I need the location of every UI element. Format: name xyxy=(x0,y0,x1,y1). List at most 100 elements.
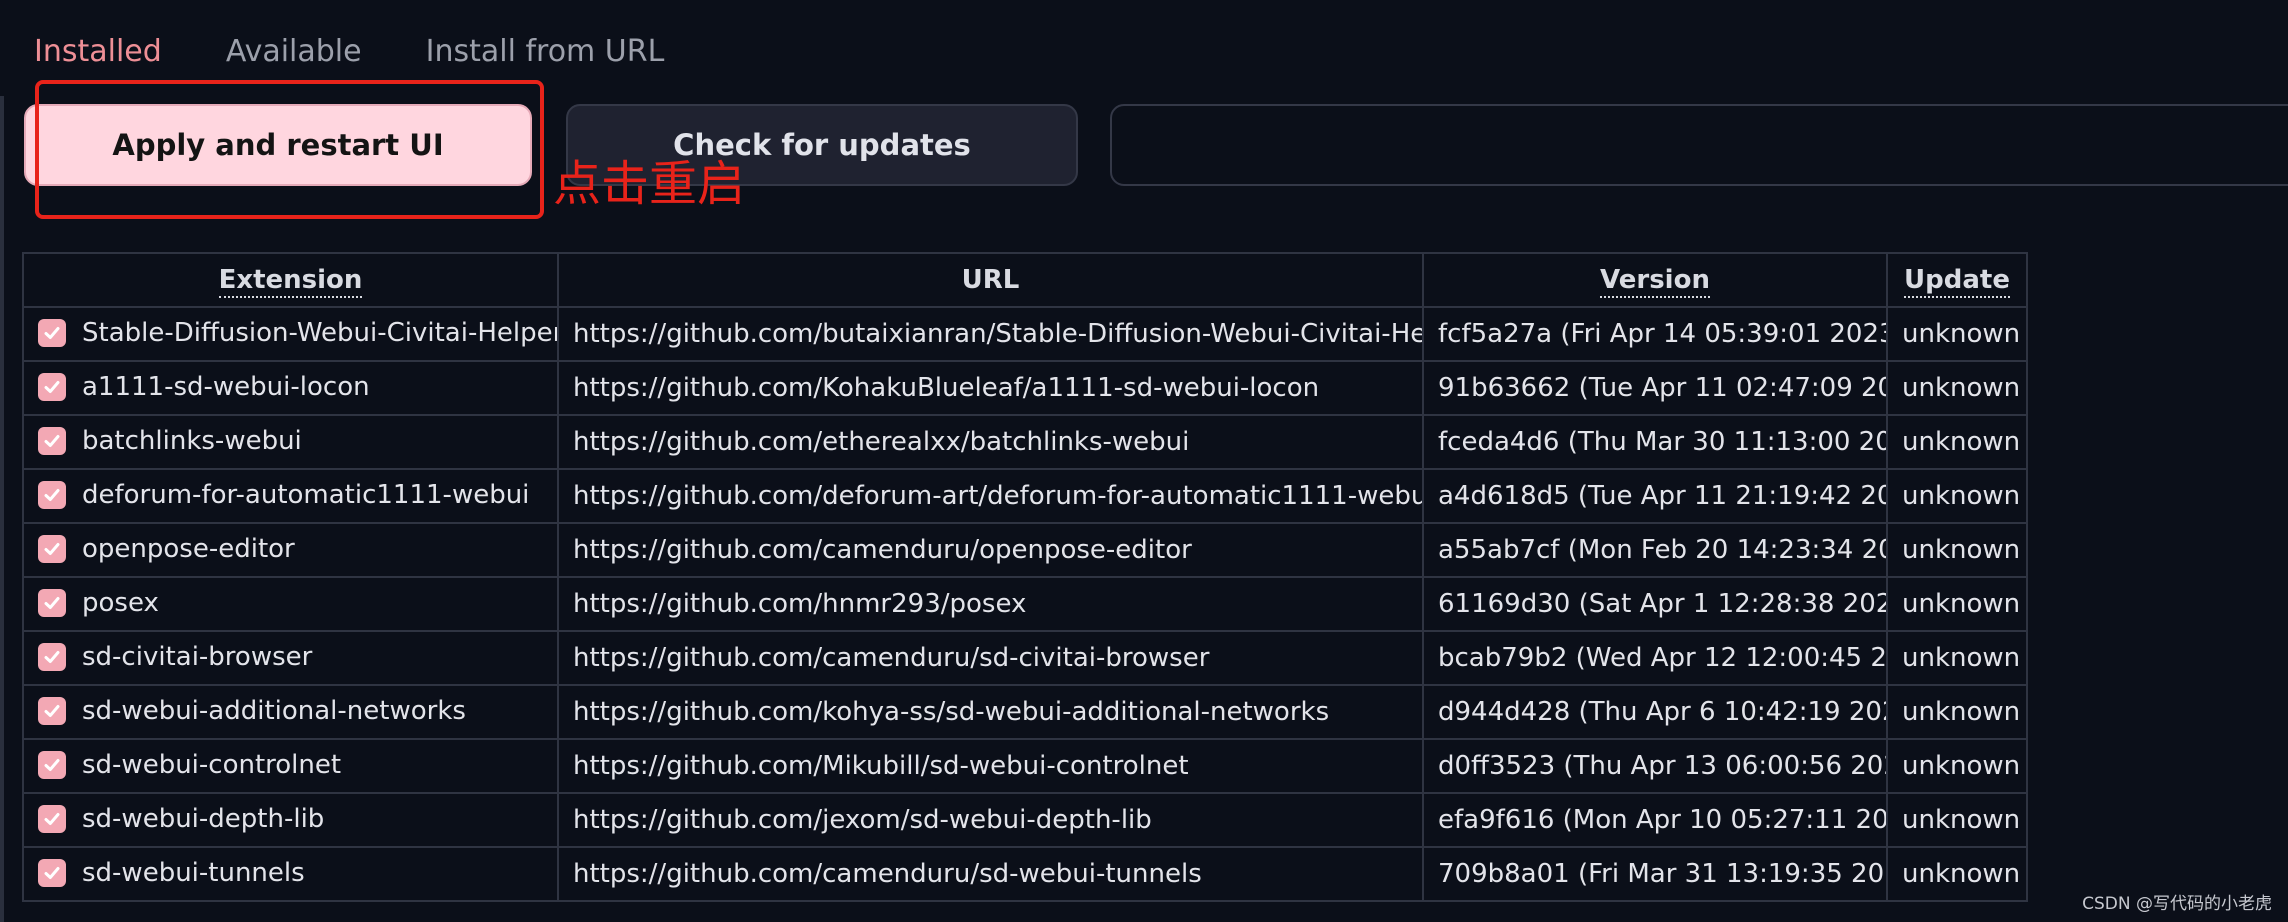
extension-name: batchlinks-webui xyxy=(82,426,302,456)
extension-toggle[interactable]: deforum-for-automatic1111-webui xyxy=(38,480,529,510)
checkbox-checked-icon[interactable] xyxy=(38,805,66,833)
extension-name: sd-webui-depth-lib xyxy=(82,804,325,834)
update-cell: unknown xyxy=(1886,522,2028,578)
url-cell: https://github.com/Mikubill/sd-webui-con… xyxy=(557,738,1424,794)
table-row: batchlinks-webui https://github.com/ether… xyxy=(22,414,2028,470)
version-cell: fceda4d6 (Thu Mar 30 11:13:00 2023) xyxy=(1422,414,1888,470)
watermark: CSDN @写代码的小老虎 xyxy=(2082,894,2272,914)
version-cell: a55ab7cf (Mon Feb 20 14:23:34 2023) xyxy=(1422,522,1888,578)
url-cell: https://github.com/hnmr293/posex xyxy=(557,576,1424,632)
table-row: a1111-sd-webui-locon https://github.com/K… xyxy=(22,360,2028,416)
table-header-row: Extension URL Version Update xyxy=(22,252,2028,308)
url-cell: https://github.com/butaixianran/Stable-D… xyxy=(557,306,1424,362)
extensions-page: Installed Available Install from URL App… xyxy=(0,0,2288,922)
extension-name: sd-webui-tunnels xyxy=(82,858,305,888)
update-cell: unknown xyxy=(1886,306,2028,362)
update-cell: unknown xyxy=(1886,360,2028,416)
url-cell: https://github.com/camenduru/openpose-ed… xyxy=(557,522,1424,578)
header-url-label: URL xyxy=(961,265,1020,295)
extension-toggle[interactable]: batchlinks-webui xyxy=(38,426,302,456)
checkbox-checked-icon[interactable] xyxy=(38,481,66,509)
panel-border xyxy=(0,96,4,922)
extension-cell: sd-webui-controlnet xyxy=(22,738,559,794)
update-cell: unknown xyxy=(1886,792,2028,848)
extension-toggle[interactable]: sd-webui-controlnet xyxy=(38,750,341,780)
version-cell: fcf5a27a (Fri Apr 14 05:39:01 2023) xyxy=(1422,306,1888,362)
version-cell: 61169d30 (Sat Apr 1 12:28:38 2023) xyxy=(1422,576,1888,632)
version-cell: efa9f616 (Mon Apr 10 05:27:11 2023) xyxy=(1422,792,1888,848)
update-cell: unknown xyxy=(1886,414,2028,470)
extension-name: sd-civitai-browser xyxy=(82,642,313,672)
table-row: openpose-editor https://github.com/camend… xyxy=(22,522,2028,578)
url-cell: https://github.com/camenduru/sd-civitai-… xyxy=(557,630,1424,686)
extension-cell: Stable-Diffusion-Webui-Civitai-Helper xyxy=(22,306,559,362)
checkbox-checked-icon[interactable] xyxy=(38,319,66,347)
annotation-text: 点击重启 xyxy=(553,156,746,212)
extension-cell: sd-civitai-browser xyxy=(22,630,559,686)
update-cell: unknown xyxy=(1886,846,2028,902)
table-row: sd-webui-depth-lib https://github.com/jex… xyxy=(22,792,2028,848)
version-cell: 91b63662 (Tue Apr 11 02:47:09 2023) xyxy=(1422,360,1888,416)
update-cell: unknown xyxy=(1886,630,2028,686)
header-update[interactable]: Update xyxy=(1886,252,2028,308)
extension-name: sd-webui-controlnet xyxy=(82,750,342,780)
extension-toggle[interactable]: a1111-sd-webui-locon xyxy=(38,372,370,402)
table-row: Stable-Diffusion-Webui-Civitai-Helper htt… xyxy=(22,306,2028,362)
url-cell: https://github.com/KohakuBlueleaf/a1111-… xyxy=(557,360,1424,416)
extension-toggle[interactable]: Stable-Diffusion-Webui-Civitai-Helper xyxy=(38,318,558,348)
url-cell: https://github.com/etherealxx/batchlinks… xyxy=(557,414,1424,470)
extension-cell: posex xyxy=(22,576,559,632)
checkbox-checked-icon[interactable] xyxy=(38,643,66,671)
extension-name: deforum-for-automatic1111-webui xyxy=(82,480,530,510)
extension-toggle[interactable]: sd-civitai-browser xyxy=(38,642,312,672)
tab-available[interactable]: Available xyxy=(226,30,362,74)
table-row: sd-webui-tunnels https://github.com/camen… xyxy=(22,846,2028,902)
url-cell: https://github.com/camenduru/sd-webui-tu… xyxy=(557,846,1424,902)
apply-and-restart-button[interactable]: Apply and restart UI xyxy=(24,104,532,186)
extension-toggle[interactable]: sd-webui-tunnels xyxy=(38,858,305,888)
checkbox-checked-icon[interactable] xyxy=(38,427,66,455)
extension-cell: sd-webui-additional-networks xyxy=(22,684,559,740)
url-cell: https://github.com/deforum-art/deforum-f… xyxy=(557,468,1424,524)
extension-name: sd-webui-additional-networks xyxy=(82,696,466,726)
table-row: sd-civitai-browser https://github.com/cam… xyxy=(22,630,2028,686)
extension-cell: sd-webui-tunnels xyxy=(22,846,559,902)
extension-cell: a1111-sd-webui-locon xyxy=(22,360,559,416)
tab-install-from-url[interactable]: Install from URL xyxy=(426,30,665,74)
version-cell: 709b8a01 (Fri Mar 31 13:19:35 2023) xyxy=(1422,846,1888,902)
status-output-box xyxy=(1110,104,2288,186)
extension-name: openpose-editor xyxy=(82,534,295,564)
header-url: URL xyxy=(557,252,1424,308)
table-row: sd-webui-additional-networks https://gith… xyxy=(22,684,2028,740)
version-cell: d0ff3523 (Thu Apr 13 06:00:56 2023) xyxy=(1422,738,1888,794)
header-version[interactable]: Version xyxy=(1422,252,1888,308)
table-row: posex https://github.com/hnmr293/posex 611… xyxy=(22,576,2028,632)
header-extension-label: Extension xyxy=(218,265,363,298)
extension-toggle[interactable]: sd-webui-depth-lib xyxy=(38,804,324,834)
tab-installed[interactable]: Installed xyxy=(34,30,162,74)
checkbox-checked-icon[interactable] xyxy=(38,373,66,401)
checkbox-checked-icon[interactable] xyxy=(38,859,66,887)
checkbox-checked-icon[interactable] xyxy=(38,589,66,617)
extension-cell: sd-webui-depth-lib xyxy=(22,792,559,848)
extension-toggle[interactable]: openpose-editor xyxy=(38,534,295,564)
update-cell: unknown xyxy=(1886,576,2028,632)
header-version-label: Version xyxy=(1600,265,1710,298)
extension-name: Stable-Diffusion-Webui-Civitai-Helper xyxy=(82,318,558,348)
extension-toggle[interactable]: posex xyxy=(38,588,159,618)
table-row: deforum-for-automatic1111-webui https://g… xyxy=(22,468,2028,524)
checkbox-checked-icon[interactable] xyxy=(38,751,66,779)
table-body: Stable-Diffusion-Webui-Civitai-Helper htt… xyxy=(22,306,2028,902)
header-extension[interactable]: Extension xyxy=(22,252,559,308)
extension-name: a1111-sd-webui-locon xyxy=(82,372,370,402)
checkbox-checked-icon[interactable] xyxy=(38,697,66,725)
extension-toggle[interactable]: sd-webui-additional-networks xyxy=(38,696,466,726)
url-cell: https://github.com/jexom/sd-webui-depth-… xyxy=(557,792,1424,848)
version-cell: d944d428 (Thu Apr 6 10:42:19 2023) xyxy=(1422,684,1888,740)
checkbox-checked-icon[interactable] xyxy=(38,535,66,563)
extension-cell: openpose-editor xyxy=(22,522,559,578)
extension-cell: batchlinks-webui xyxy=(22,414,559,470)
update-cell: unknown xyxy=(1886,738,2028,794)
url-cell: https://github.com/kohya-ss/sd-webui-add… xyxy=(557,684,1424,740)
version-cell: a4d618d5 (Tue Apr 11 21:19:42 2023) xyxy=(1422,468,1888,524)
